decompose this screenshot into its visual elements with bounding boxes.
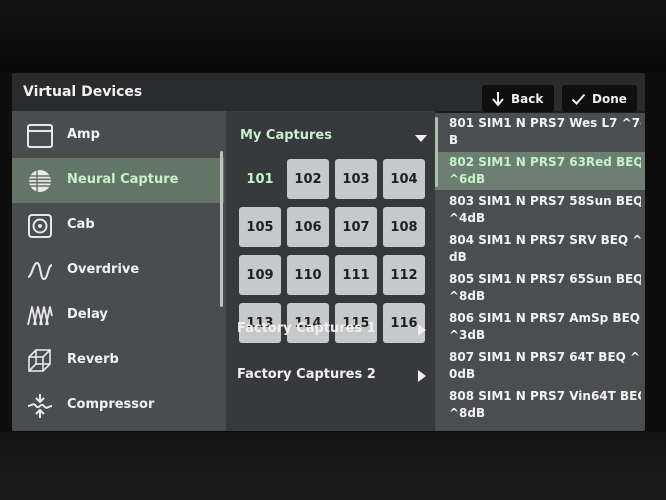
capture-name-line2: 0dB bbox=[449, 367, 476, 381]
capture-name-line2: ^8dB bbox=[449, 289, 486, 303]
compressor-icon bbox=[27, 394, 53, 418]
factory-captures-1-row[interactable]: Factory Captures 1 bbox=[237, 321, 376, 336]
capture-list-item-text: 806 SIM1 N PRS7 AmSp BEQ ^3dB bbox=[449, 310, 641, 344]
capture-slot-button[interactable]: 108 bbox=[383, 207, 425, 247]
reverb-icon bbox=[28, 349, 51, 372]
sidebar-item-compressor[interactable]: Compressor bbox=[12, 383, 224, 428]
capture-list-item-text: 808 SIM1 N PRS7 Vin64T BEQ ^8dB bbox=[449, 388, 641, 422]
sidebar-item-cab[interactable]: Cab bbox=[12, 203, 224, 248]
capture-list-item[interactable]: 807 SIM1 N PRS7 64T BEQ ^1 0dB bbox=[435, 347, 645, 385]
back-button-label: Back bbox=[511, 91, 544, 106]
cab-icon bbox=[28, 214, 52, 238]
sidebar-item-reverb[interactable]: Reverb bbox=[12, 338, 224, 383]
sidebar-scrollbar[interactable] bbox=[220, 151, 223, 307]
capture-name-line1: 803 SIM1 N PRS7 58Sun BEQ bbox=[449, 194, 641, 208]
capture-list: 801 SIM1 N PRS7 Wes L7 ^7d B 802 SIM1 N PR… bbox=[435, 113, 645, 431]
capture-slot-button[interactable]: 106 bbox=[287, 207, 329, 247]
capture-name-line1: 806 SIM1 N PRS7 AmSp BEQ bbox=[449, 311, 640, 325]
capture-name-line2: ^4dB bbox=[449, 211, 486, 225]
capture-slot-button[interactable]: 104 bbox=[383, 159, 425, 199]
sidebar-item-label: Reverb bbox=[67, 352, 119, 367]
capture-list-item[interactable]: 801 SIM1 N PRS7 Wes L7 ^7d B bbox=[435, 113, 645, 151]
sidebar-item-label: Neural Capture bbox=[67, 172, 179, 187]
done-button[interactable]: Done bbox=[562, 85, 637, 112]
header-bar: Virtual Devices Back Done bbox=[12, 73, 645, 112]
capture-name-line1: 807 SIM1 N PRS7 64T BEQ ^1 bbox=[449, 350, 641, 364]
capture-list-item[interactable]: 803 SIM1 N PRS7 58Sun BEQ ^4dB bbox=[435, 191, 645, 229]
capture-name-line2: ^3dB bbox=[449, 328, 486, 342]
sidebar-item-label: Compressor bbox=[67, 397, 155, 412]
delay-icon bbox=[27, 306, 53, 326]
capture-list-item-text: 801 SIM1 N PRS7 Wes L7 ^7d B bbox=[449, 115, 641, 149]
capture-list-item-text: 807 SIM1 N PRS7 64T BEQ ^1 0dB bbox=[449, 349, 641, 383]
capture-list-item[interactable]: 805 SIM1 N PRS7 65Sun BEQ ^8dB bbox=[435, 269, 645, 307]
capture-name-line2: dB bbox=[449, 250, 467, 264]
capture-bank-panel: My Captures 101 102 103 104 105 106 107 108 109 1… bbox=[226, 111, 435, 431]
capture-slot-button[interactable]: 107 bbox=[335, 207, 377, 247]
capture-name-line1: 801 SIM1 N PRS7 Wes L7 ^7d bbox=[449, 116, 641, 130]
sidebar-item-label: Amp bbox=[67, 127, 100, 142]
capture-list-item[interactable]: 808 SIM1 N PRS7 Vin64T BEQ ^8dB bbox=[435, 386, 645, 424]
capture-slot-button[interactable]: 112 bbox=[383, 255, 425, 295]
capture-slot-button[interactable]: 105 bbox=[239, 207, 281, 247]
device-bezel-top bbox=[0, 0, 666, 72]
capture-slot-button[interactable]: 102 bbox=[287, 159, 329, 199]
capture-slot-button[interactable]: 109 bbox=[239, 255, 281, 295]
chevron-right-icon[interactable] bbox=[418, 324, 426, 336]
capture-name-line1: 802 SIM1 N PRS7 63Red BEQ bbox=[449, 155, 641, 169]
capture-slot-button[interactable]: 103 bbox=[335, 159, 377, 199]
device-category-sidebar: Amp Neural Capture Cab Overdrive Delay R… bbox=[12, 111, 226, 431]
sidebar-item-neural-capture[interactable]: Neural Capture bbox=[12, 158, 224, 203]
device-screen: Virtual Devices Back Done Amp Neural Cap… bbox=[12, 73, 645, 431]
capture-list-item[interactable]: 806 SIM1 N PRS7 AmSp BEQ ^3dB bbox=[435, 308, 645, 346]
capture-list-scrollbar[interactable] bbox=[435, 117, 438, 187]
checkmark-icon bbox=[571, 93, 586, 105]
capture-list-item[interactable]: 802 SIM1 N PRS7 63Red BEQ ^6dB bbox=[435, 152, 645, 190]
sidebar-item-amp[interactable]: Amp bbox=[12, 113, 224, 158]
page-title: Virtual Devices bbox=[23, 84, 143, 100]
capture-slot-button[interactable]: 101 bbox=[239, 159, 281, 199]
device-bezel-bottom bbox=[0, 432, 666, 500]
overdrive-icon bbox=[27, 261, 53, 281]
capture-name-line1: 805 SIM1 N PRS7 65Sun BEQ bbox=[449, 272, 641, 286]
factory-captures-2-row[interactable]: Factory Captures 2 bbox=[237, 367, 376, 382]
capture-name-line2: B bbox=[449, 133, 459, 147]
caret-down-icon[interactable] bbox=[415, 135, 427, 142]
capture-list-item-text: 805 SIM1 N PRS7 65Sun BEQ ^8dB bbox=[449, 271, 641, 305]
capture-list-item-text: 804 SIM1 N PRS7 SRV BEQ ^6 dB bbox=[449, 232, 641, 266]
arrow-down-icon bbox=[492, 91, 504, 107]
sidebar-item-delay[interactable]: Delay bbox=[12, 293, 224, 338]
my-captures-dropdown[interactable]: My Captures bbox=[240, 128, 332, 143]
capture-slot-button[interactable]: 110 bbox=[287, 255, 329, 295]
capture-list-item-text: 803 SIM1 N PRS7 58Sun BEQ ^4dB bbox=[449, 193, 641, 227]
capture-name-line1: 808 SIM1 N PRS7 Vin64T BEQ bbox=[449, 389, 641, 403]
neural-capture-icon bbox=[29, 170, 51, 192]
capture-slot-button[interactable]: 116 bbox=[383, 303, 425, 343]
done-button-label: Done bbox=[592, 91, 627, 106]
sidebar-item-label: Overdrive bbox=[67, 262, 140, 277]
capture-name-line2: ^8dB bbox=[449, 406, 486, 420]
sidebar-item-label: Cab bbox=[67, 217, 95, 232]
amp-icon bbox=[27, 124, 53, 148]
capture-name-line2: ^6dB bbox=[449, 172, 486, 186]
back-button[interactable]: Back bbox=[482, 85, 554, 112]
capture-list-item-text: 802 SIM1 N PRS7 63Red BEQ ^6dB bbox=[449, 154, 641, 188]
capture-slot-button[interactable]: 111 bbox=[335, 255, 377, 295]
chevron-right-icon[interactable] bbox=[418, 370, 426, 382]
capture-list-item[interactable]: 804 SIM1 N PRS7 SRV BEQ ^6 dB bbox=[435, 230, 645, 268]
sidebar-item-overdrive[interactable]: Overdrive bbox=[12, 248, 224, 293]
sidebar-item-label: Delay bbox=[67, 307, 108, 322]
capture-name-line1: 804 SIM1 N PRS7 SRV BEQ ^6 bbox=[449, 233, 641, 247]
